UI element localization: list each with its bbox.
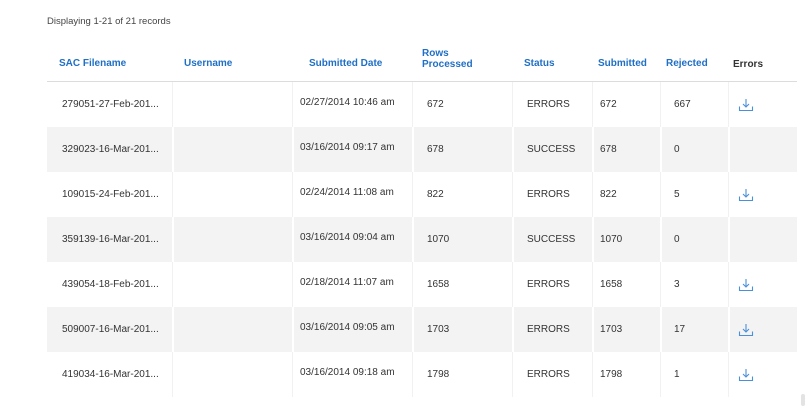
submitted-cell: 672 [600, 99, 617, 110]
download-icon[interactable] [738, 98, 754, 112]
submitted-date-text: 03/16/2014 09:18 am [300, 366, 395, 378]
submitted-cell: 678 [600, 144, 617, 155]
column-header-submitted[interactable]: Submitted [598, 58, 647, 69]
download-icon[interactable] [738, 188, 754, 202]
rejected-cell: 17 [674, 324, 686, 335]
status-cell: ERRORS [527, 189, 570, 200]
column-header-errors: Errors [733, 59, 764, 70]
sac-filename-cell[interactable]: 419034-16-Mar-201... [47, 352, 172, 397]
username-cell [172, 127, 292, 172]
errors-cell [728, 82, 797, 127]
table-row[interactable]: 359139-16-Mar-201... 03/16/2014 09:04 am 1… [47, 217, 797, 262]
submitted-date-cell: 03/16/2014 09:05 am [292, 307, 412, 352]
errors-cell [728, 217, 797, 262]
status-cell: ERRORS [527, 324, 570, 335]
errors-cell [728, 307, 797, 352]
rejected-cell: 0 [674, 144, 680, 155]
submitted-cell: 1070 [600, 234, 623, 245]
table-row[interactable]: 509007-16-Mar-201... 03/16/2014 09:05 am 1… [47, 307, 797, 352]
sac-filename-cell[interactable]: 329023-16-Mar-201... [47, 127, 172, 172]
records-summary: Displaying 1-21 of 21 records [47, 16, 171, 27]
sac-filename-cell[interactable]: 439054-18-Feb-201... [47, 262, 172, 307]
sac-filename-cell[interactable]: 509007-16-Mar-201... [47, 307, 172, 352]
username-cell [172, 352, 292, 397]
submitted-date-text: 03/16/2014 09:05 am [300, 321, 395, 333]
rows-processed-cell: 1798 [427, 369, 450, 380]
errors-cell [728, 127, 797, 172]
column-header-username[interactable]: Username [184, 58, 232, 69]
rejected-cell: 1 [674, 369, 680, 380]
status-cell: ERRORS [527, 369, 570, 380]
rows-processed-cell: 1070 [427, 234, 450, 245]
rejected-cell: 3 [674, 279, 680, 290]
submitted-date-text: 02/18/2014 11:07 am [300, 276, 394, 288]
table-row[interactable]: 329023-16-Mar-201... 03/16/2014 09:17 am 6… [47, 127, 797, 172]
submitted-date-text: 03/16/2014 09:17 am [300, 141, 395, 153]
errors-cell [728, 352, 797, 397]
submitted-date-text: 02/24/2014 11:08 am [300, 186, 394, 198]
submitted-date-cell: 03/16/2014 09:04 am [292, 217, 412, 262]
username-cell [172, 307, 292, 352]
username-cell [172, 217, 292, 262]
scrollbar[interactable] [801, 394, 805, 406]
table-row[interactable]: 279051-27-Feb-201... 02/27/2014 10:46 am 6… [47, 82, 797, 127]
status-cell: SUCCESS [527, 234, 576, 245]
records-table: SAC Filename Username Submitted Date Row… [47, 36, 797, 397]
column-header-submitted-date[interactable]: Submitted Date [309, 58, 382, 69]
submitted-date-cell: 02/27/2014 10:46 am [292, 82, 412, 127]
submitted-date-text: 02/27/2014 10:46 am [300, 96, 395, 108]
status-cell: ERRORS [527, 99, 570, 110]
status-cell: ERRORS [527, 279, 570, 290]
rows-processed-cell: 1703 [427, 324, 450, 335]
username-cell [172, 172, 292, 217]
rows-processed-cell: 678 [427, 144, 444, 155]
rejected-cell: 0 [674, 234, 680, 245]
username-cell [172, 262, 292, 307]
errors-cell [728, 172, 797, 217]
submitted-cell: 1658 [600, 279, 623, 290]
username-cell [172, 82, 292, 127]
download-icon[interactable] [738, 323, 754, 337]
table-row[interactable]: 109015-24-Feb-201... 02/24/2014 11:08 am 8… [47, 172, 797, 217]
submitted-date-cell: 03/16/2014 09:18 am [292, 352, 412, 397]
rows-processed-cell: 822 [427, 189, 444, 200]
submitted-cell: 1798 [600, 369, 623, 380]
sac-filename-cell[interactable]: 279051-27-Feb-201... [47, 82, 172, 127]
submitted-cell: 822 [600, 189, 617, 200]
table-body: 279051-27-Feb-201... 02/27/2014 10:46 am 6… [47, 82, 797, 397]
submitted-date-cell: 03/16/2014 09:17 am [292, 127, 412, 172]
sac-filename-cell[interactable]: 109015-24-Feb-201... [47, 172, 172, 217]
table-row[interactable]: 419034-16-Mar-201... 03/16/2014 09:18 am 1… [47, 352, 797, 397]
status-cell: SUCCESS [527, 144, 576, 155]
table-header: SAC Filename Username Submitted Date Row… [47, 36, 797, 82]
download-icon[interactable] [738, 368, 754, 382]
submitted-date-cell: 02/18/2014 11:07 am [292, 262, 412, 307]
sac-filename-cell[interactable]: 359139-16-Mar-201... [47, 217, 172, 262]
rejected-cell: 667 [674, 99, 691, 110]
column-header-rejected[interactable]: Rejected [666, 58, 708, 69]
download-icon[interactable] [738, 278, 754, 292]
column-header-rows-processed[interactable]: Rows Processed [422, 48, 492, 70]
rejected-cell: 5 [674, 189, 680, 200]
submitted-date-text: 03/16/2014 09:04 am [300, 231, 395, 243]
rows-processed-cell: 1658 [427, 279, 450, 290]
errors-cell [728, 262, 797, 307]
submitted-date-cell: 02/24/2014 11:08 am [292, 172, 412, 217]
column-header-sac-filename[interactable]: SAC Filename [59, 58, 126, 69]
submitted-cell: 1703 [600, 324, 623, 335]
table-row[interactable]: 439054-18-Feb-201... 02/18/2014 11:07 am 1… [47, 262, 797, 307]
rows-processed-cell: 672 [427, 99, 444, 110]
column-header-status[interactable]: Status [524, 58, 555, 69]
